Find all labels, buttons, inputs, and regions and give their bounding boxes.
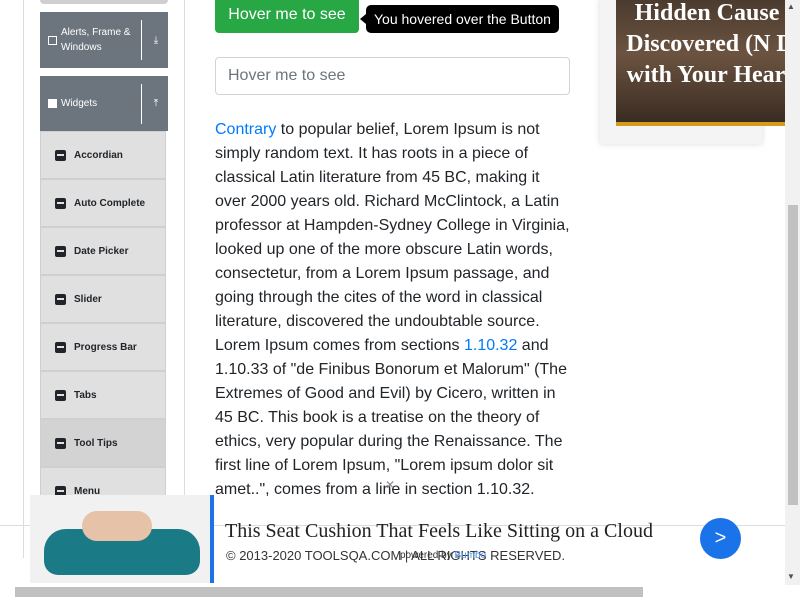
lorem-paragraph: Contrary to popular belief, Lorem Ipsum …: [215, 121, 570, 498]
scroll-down-icon[interactable]: ▼: [787, 572, 795, 581]
ad-headline: Hidden Cause o Discovered (N Do with You…: [626, 0, 800, 88]
section-link[interactable]: 1.10.32: [464, 337, 517, 354]
menu-item-slider[interactable]: Slider: [40, 275, 166, 323]
contrary-link[interactable]: Contrary: [215, 121, 276, 138]
html5-icon: [55, 389, 66, 401]
menu-item-date-picker[interactable]: Date Picker: [40, 227, 166, 275]
button-tooltip: You hovered over the Button: [360, 5, 559, 33]
ad-image: [30, 495, 210, 583]
group-alerts-frame-windows[interactable]: Alerts, Frame & Windows ⤓: [40, 12, 168, 68]
expand-icon: ⤓: [153, 34, 159, 46]
group-label: Widgets: [61, 98, 98, 109]
html5-icon: [55, 341, 66, 353]
group-label: Alerts, Frame & Windows: [61, 27, 131, 53]
menu-item-accordian[interactable]: Accordian: [40, 131, 166, 179]
menu-item-tool-tips[interactable]: Tool Tips: [40, 419, 166, 467]
widgets-icon: [48, 99, 57, 108]
widgets-menu-list: Accordian Auto Complete Date Picker Slid…: [40, 131, 166, 515]
menu-item-tabs[interactable]: Tabs: [40, 371, 166, 419]
horizontal-scrollbar[interactable]: [15, 587, 643, 597]
html5-icon: [55, 149, 66, 161]
ad-next-button[interactable]: >: [700, 518, 741, 559]
html5-icon: [55, 245, 66, 257]
powered-by: powered by Bumbo: [400, 550, 487, 561]
html5-icon: [55, 437, 66, 449]
ad-image: Hidden Cause o Discovered (N Do with You…: [616, 0, 800, 126]
hand-image: [82, 511, 152, 541]
sidebar-collapsed-group[interactable]: [40, 0, 168, 4]
menu-item-label: Accordian: [74, 149, 123, 161]
menu-item-progress-bar[interactable]: Progress Bar: [40, 323, 166, 371]
html5-icon: [55, 197, 66, 209]
menu-item-label: Date Picker: [74, 245, 129, 257]
hover-text-field[interactable]: [215, 57, 570, 95]
hover-button[interactable]: Hover me to see: [215, 0, 359, 33]
scroll-up-icon[interactable]: ▲: [787, 2, 795, 11]
html5-icon: [55, 293, 66, 305]
menu-item-label: Tool Tips: [74, 437, 118, 449]
group-widgets[interactable]: Widgets ⤒: [40, 76, 168, 131]
menu-item-auto-complete[interactable]: Auto Complete: [40, 179, 166, 227]
ad-banner-bottom[interactable]: This Seat Cushion That Feels Like Sittin…: [30, 495, 785, 583]
menu-item-label: Progress Bar: [74, 341, 137, 353]
ad-banner-right[interactable]: Hidden Cause o Discovered (N Do with You…: [600, 0, 800, 144]
window-icon: [48, 35, 57, 45]
scrollbar-thumb[interactable]: [788, 205, 798, 505]
collapse-icon: ⤒: [153, 98, 159, 109]
powered-brand: Bumbo: [454, 550, 487, 561]
close-icon[interactable]: ✕: [385, 478, 395, 492]
ad-headline: This Seat Cushion That Feels Like Sittin…: [225, 520, 653, 542]
menu-item-label: Tabs: [74, 389, 97, 401]
menu-item-label: Slider: [74, 293, 102, 305]
menu-item-label: Auto Complete: [74, 197, 146, 209]
